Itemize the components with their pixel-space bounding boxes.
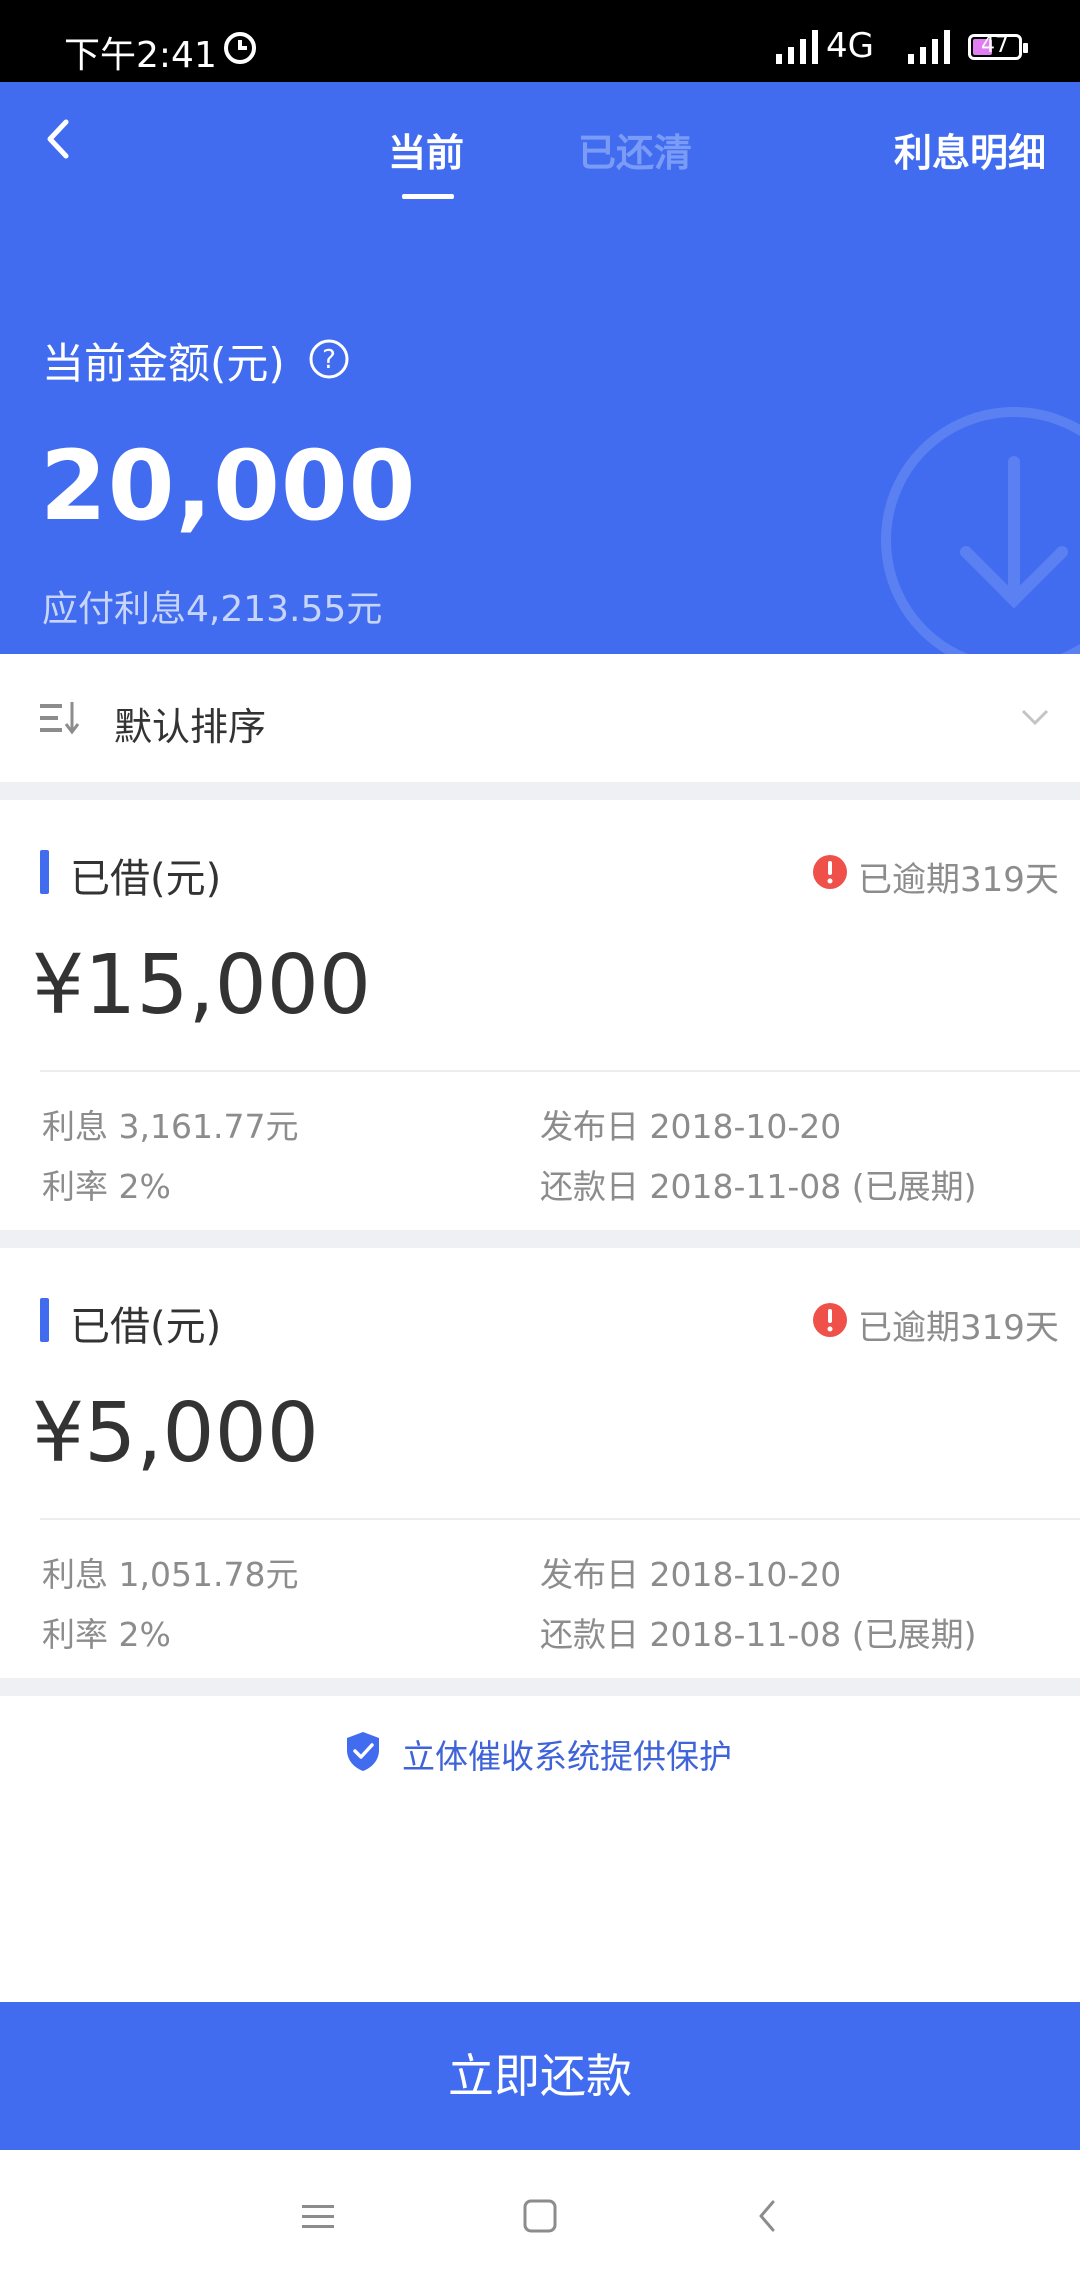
protection-text: 立体催收系统提供保护 [402,1737,732,1776]
download-watermark-icon [881,407,1080,654]
loan-interest: 利息 3,161.77元 [42,1107,299,1146]
overdue-status: 已逾期319天 [858,1308,1059,1348]
network-type: 4G [826,26,874,66]
divider [40,1518,1080,1520]
tab-indicator [402,194,454,199]
protection-notice: 立体催收系统提供保护 [0,1724,1080,1780]
interest-due: 应付利息4,213.55元 [42,589,383,630]
home-icon[interactable] [520,2196,560,2236]
interest-detail-link[interactable]: 利息明细 [894,122,1046,177]
section-gap [0,782,1080,800]
tab-current[interactable]: 当前 [388,122,464,177]
sort-bar[interactable]: 默认排序 [0,654,1080,782]
amount-label: 当前金额(元) [42,339,285,388]
battery-icon: 47 [968,33,1028,60]
sort-icon [40,702,80,735]
card-accent-bar [40,850,49,894]
loan-rate: 利率 2% [42,1615,171,1654]
help-icon[interactable]: ? [308,338,350,380]
system-nav-bar [0,2150,1080,2280]
publish-date: 发布日 2018-10-20 [540,1107,842,1146]
borrowed-label: 已借(元) [70,1304,222,1350]
loan-interest: 利息 1,051.78元 [42,1555,299,1594]
battery-level: 47 [981,33,1009,58]
section-gap [0,1678,1080,1696]
loan-card[interactable]: 已借(元) 已逾期319天 ¥15,000 利息 3,161.77元 发布日 2… [0,800,1080,1230]
repay-now-button[interactable]: 立即还款 [0,2002,1080,2150]
card-accent-bar [40,1298,49,1342]
back-nav-icon[interactable] [748,2196,788,2236]
overdue-status: 已逾期319天 [858,860,1059,900]
menu-icon[interactable] [298,2196,338,2236]
loan-amount: ¥5,000 [32,1386,319,1481]
section-gap [0,1230,1080,1248]
sort-label: 默认排序 [114,705,267,749]
signal-icon [776,30,818,64]
header: 当前 已还清 利息明细 当前金额(元) ? 20,000 应付利息4,213.5… [0,82,1080,654]
loan-amount: ¥15,000 [32,938,372,1033]
loan-card[interactable]: 已借(元) 已逾期319天 ¥5,000 利息 1,051.78元 发布日 20… [0,1248,1080,1678]
current-amount: 20,000 [40,430,417,542]
tab-paid-off[interactable]: 已还清 [578,122,692,177]
loan-rate: 利率 2% [42,1167,171,1206]
alert-icon [813,855,847,889]
divider [40,1070,1080,1072]
borrowed-label: 已借(元) [70,856,222,902]
repay-date: 还款日 2018-11-08 (已展期) [540,1615,977,1654]
status-bar: 下午2:41 4G 47 [0,0,1080,82]
signal-icon-2 [908,30,950,64]
alert-icon [813,1303,847,1337]
repay-date: 还款日 2018-11-08 (已展期) [540,1167,977,1206]
publish-date: 发布日 2018-10-20 [540,1555,842,1594]
svg-text:?: ? [322,345,336,375]
alarm-icon [224,32,256,64]
back-icon[interactable] [38,110,78,168]
chevron-down-icon[interactable] [1020,706,1050,728]
shield-check-icon [347,1732,379,1771]
status-time: 下午2:41 [64,35,217,76]
